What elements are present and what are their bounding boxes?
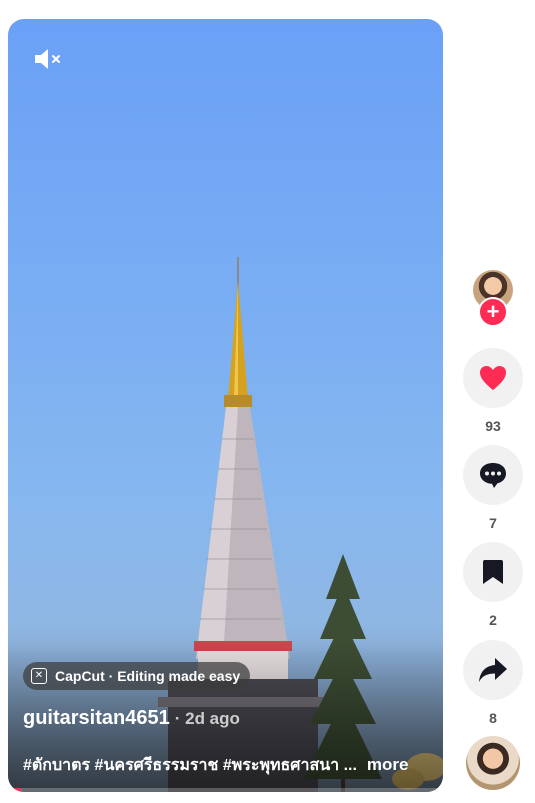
like-count: 93: [485, 418, 501, 434]
capcut-badge[interactable]: ✕ CapCut · Editing made easy: [23, 662, 251, 690]
music-disc-avatar[interactable]: [466, 736, 520, 790]
bookmark-button[interactable]: [463, 542, 523, 602]
comment-count: 7: [489, 515, 497, 531]
heart-icon: [480, 366, 506, 390]
share-count: 8: [489, 710, 497, 726]
bookmark-count: 2: [489, 612, 497, 628]
mute-button[interactable]: [30, 45, 66, 73]
progress-fill: [8, 788, 22, 792]
comment-button[interactable]: [463, 445, 523, 505]
capcut-label: CapCut · Editing made easy: [55, 668, 241, 684]
like-action: 93: [463, 348, 523, 434]
bookmark-action: 2: [463, 542, 523, 628]
share-button[interactable]: [463, 640, 523, 700]
caption: #ตักบาตร #นครศรีธรรมราช #พระพุทธศาสนา ..…: [23, 753, 433, 778]
comment-icon: [480, 463, 506, 488]
creator-avatar-wrap: +: [473, 270, 513, 328]
more-button[interactable]: more: [367, 755, 409, 775]
like-button[interactable]: [463, 348, 523, 408]
share-arrow-icon: [479, 658, 507, 682]
caption-text: #ตักบาตร #นครศรีธรรมราช #พระพุทธศาสนา ..…: [23, 757, 357, 774]
author-name[interactable]: guitarsitan4651: [23, 707, 170, 730]
bookmark-icon: [483, 560, 503, 584]
comment-action: 7: [463, 445, 523, 531]
capcut-icon: ✕: [31, 668, 47, 684]
speaker-muted-icon: [35, 49, 60, 69]
progress-bar[interactable]: [8, 788, 443, 792]
author-line: guitarsitan4651 · 2d ago: [23, 707, 240, 730]
follow-button[interactable]: +: [478, 297, 508, 327]
share-action: 8: [463, 640, 523, 726]
post-time: · 2d ago: [174, 709, 240, 728]
video-player[interactable]: ✕ CapCut · Editing made easy guitarsitan…: [8, 19, 443, 792]
